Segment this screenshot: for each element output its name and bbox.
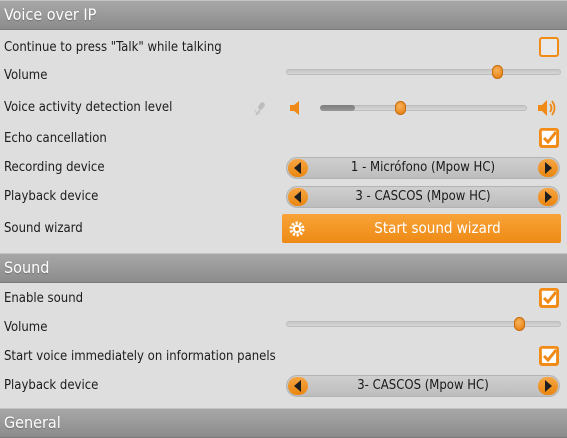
arrow-right-icon[interactable] [538, 188, 558, 206]
start-sound-wizard-button[interactable]: Start sound wizard [282, 214, 561, 243]
sound-playback-device-label: Playback device [4, 378, 99, 393]
vad-slider-knob[interactable] [395, 101, 407, 115]
echo-label: Echo cancellation [4, 131, 107, 146]
gear-icon [288, 220, 306, 238]
voip-section-title: Voice over IP [4, 5, 97, 24]
start-voice-checkbox[interactable] [539, 346, 559, 366]
sound-wizard-label: Sound wizard [4, 221, 83, 236]
arrow-left-icon[interactable] [288, 188, 308, 206]
sound-section-title: Sound [4, 258, 50, 277]
voip-volume-slider-knob[interactable] [492, 65, 504, 79]
voip-volume-track[interactable] [286, 69, 561, 75]
start-sound-wizard-label: Start sound wizard [374, 219, 501, 237]
start-voice-label: Start voice immediately on information p… [4, 349, 276, 364]
arrow-right-icon[interactable] [538, 159, 558, 177]
arrow-left-icon[interactable] [288, 159, 308, 177]
enable-sound-label: Enable sound [4, 291, 84, 306]
checkmark-icon [542, 131, 557, 145]
sound-playback-device-value: 3- CASCOS (Mpow HC) [357, 378, 489, 393]
playback-device-value: 3 - CASCOS (Mpow HC) [355, 189, 491, 204]
sound-playback-device-selector[interactable]: 3- CASCOS (Mpow HC) [286, 375, 560, 397]
recording-device-value: 1 - Micrófono (Mpow HC) [350, 160, 496, 175]
arrow-left-icon[interactable] [288, 377, 308, 395]
recording-device-selector[interactable]: 1 - Micrófono (Mpow HC) [286, 157, 560, 179]
sound-volume-slider-knob[interactable] [514, 317, 526, 331]
general-section-title: General [4, 413, 61, 432]
voip-section-header[interactable]: Voice over IP [0, 0, 567, 30]
recording-device-label: Recording device [4, 160, 105, 175]
vad-label: Voice activity detection level [4, 100, 173, 115]
checkmark-icon [542, 349, 557, 363]
playback-device-selector[interactable]: 3 - CASCOS (Mpow HC) [286, 186, 560, 208]
talk-checkbox[interactable] [539, 37, 559, 57]
speaker-low-icon [290, 100, 302, 120]
vad-fill [320, 105, 356, 111]
playback-device-label: Playback device [4, 189, 99, 204]
sound-section-header[interactable]: Sound [0, 253, 567, 283]
voip-volume-label: Volume [4, 68, 48, 83]
echo-checkbox[interactable] [539, 128, 559, 148]
general-section-header[interactable]: General [0, 408, 567, 438]
sound-volume-label: Volume [4, 320, 48, 335]
microphone-icon [253, 101, 267, 121]
talk-label: Continue to press "Talk" while talking [4, 40, 222, 55]
checkmark-icon [542, 291, 557, 305]
arrow-right-icon[interactable] [538, 377, 558, 395]
speaker-high-icon [538, 98, 558, 122]
enable-sound-checkbox[interactable] [539, 288, 559, 308]
